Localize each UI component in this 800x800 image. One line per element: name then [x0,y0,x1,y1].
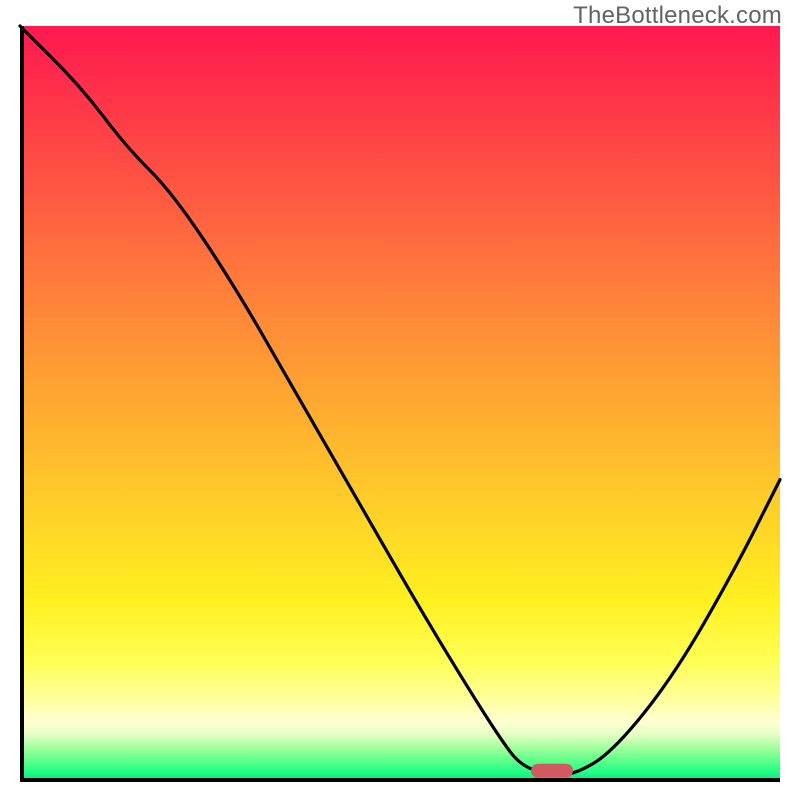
optimal-marker [531,764,573,778]
chart-stage: TheBottleneck.com [0,0,800,800]
curve-layer [20,26,780,782]
plot-area [20,26,780,782]
bottleneck-curve [20,26,780,774]
